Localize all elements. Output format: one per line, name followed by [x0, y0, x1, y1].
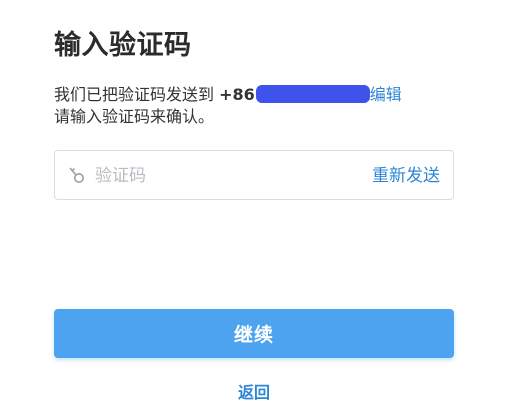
- verification-code-field: 重新发送: [54, 150, 454, 200]
- continue-button[interactable]: 继续: [54, 309, 454, 358]
- masked-phone-number: [255, 85, 370, 103]
- page-title: 输入验证码: [54, 30, 192, 61]
- phone-prefix: +86: [219, 85, 255, 104]
- back-link[interactable]: 返回: [0, 382, 508, 404]
- description: 我们已把验证码发送到 +86 编辑 请输入验证码来确认。: [54, 84, 454, 128]
- resend-button[interactable]: 重新发送: [372, 164, 440, 188]
- key-icon: [68, 165, 86, 185]
- description-line-1: 我们已把验证码发送到 +86 编辑: [54, 84, 454, 106]
- edit-link[interactable]: 编辑: [370, 85, 402, 104]
- verification-page: 输入验证码 我们已把验证码发送到 +86 编辑 请输入验证码来确认。 重新发送 继…: [0, 0, 521, 414]
- description-line-2: 请输入验证码来确认。: [54, 107, 215, 126]
- description-prefix: 我们已把验证码发送到: [54, 85, 220, 104]
- verification-code-input[interactable]: [95, 161, 355, 191]
